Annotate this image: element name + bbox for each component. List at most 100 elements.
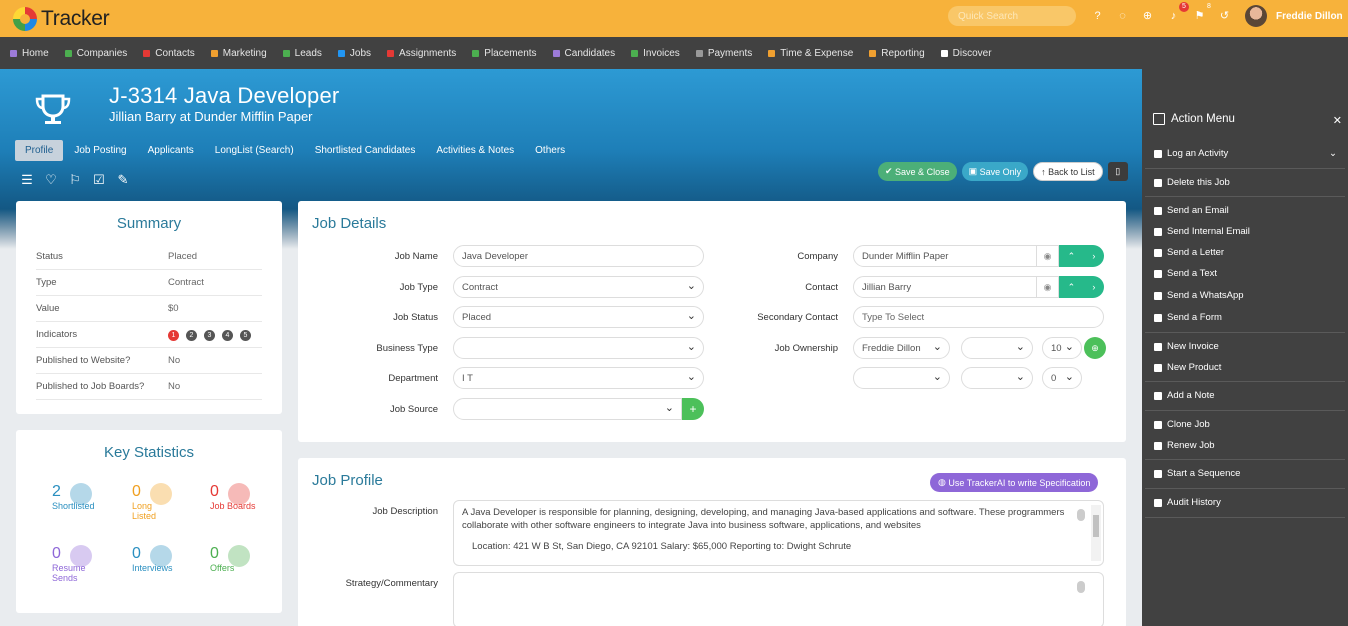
action-send-an-email[interactable]: Send an Email bbox=[1145, 205, 1345, 216]
trackerai-spec-button[interactable]: ◍ Use TrackerAI to write Specification bbox=[930, 473, 1099, 492]
nav-candidates[interactable]: Candidates bbox=[552, 48, 615, 59]
tab-shortlisted[interactable]: Shortlisted Candidates bbox=[305, 140, 426, 161]
job-type-select[interactable]: Contract bbox=[453, 276, 704, 298]
eye-icon[interactable]: ◉ bbox=[1037, 245, 1059, 267]
job-owner-secondary-select[interactable] bbox=[961, 337, 1033, 359]
history-icon[interactable]: ↺ bbox=[1218, 10, 1231, 23]
heart-icon[interactable]: ♡ bbox=[44, 173, 58, 187]
nav-jobs[interactable]: Jobs bbox=[337, 48, 371, 59]
action-audit-history[interactable]: Audit History bbox=[1145, 497, 1345, 508]
tab-profile[interactable]: Profile bbox=[15, 140, 64, 161]
nav-payments[interactable]: Payments bbox=[695, 48, 752, 59]
nav-marketing[interactable]: Marketing bbox=[210, 48, 267, 59]
job-owner-2-secondary-select[interactable] bbox=[961, 367, 1033, 389]
job-source-select[interactable] bbox=[453, 398, 682, 420]
action-send-a-form[interactable]: Send a Form bbox=[1145, 312, 1345, 323]
list-indent-icon[interactable]: ☰ bbox=[20, 173, 34, 187]
description-scrollbar[interactable] bbox=[1091, 505, 1101, 561]
add-job-source-button[interactable]: + bbox=[682, 398, 704, 420]
action-send-a-text[interactable]: Send a Text bbox=[1145, 268, 1345, 279]
indicator-2[interactable]: 2 bbox=[186, 329, 197, 341]
chevron-right-icon[interactable]: › bbox=[1092, 282, 1095, 292]
stat-shortlisted[interactable]: 2 Shortlisted bbox=[52, 483, 122, 511]
tab-applicants[interactable]: Applicants bbox=[138, 140, 204, 161]
action-add-a-note[interactable]: Add a Note bbox=[1145, 390, 1345, 401]
nav-invoices[interactable]: Invoices bbox=[631, 48, 680, 59]
action-send-internal-email[interactable]: Send Internal Email bbox=[1145, 226, 1345, 237]
stat-long-listed[interactable]: 0 Long Listed bbox=[132, 483, 202, 521]
tab-activities[interactable]: Activities & Notes bbox=[426, 140, 524, 161]
contact-nav-buttons[interactable]: ⌃ › bbox=[1059, 276, 1104, 298]
back-to-list-button[interactable]: ↑ Back to List bbox=[1033, 162, 1103, 181]
tab-others[interactable]: Others bbox=[525, 140, 575, 161]
check-icon: ✔ bbox=[885, 166, 896, 176]
department-select[interactable]: I T bbox=[453, 367, 704, 389]
action-new-invoice[interactable]: New Invoice bbox=[1145, 341, 1345, 352]
stat-offers[interactable]: 0 Offers bbox=[210, 545, 280, 573]
flag-icon[interactable]: ⚑ bbox=[1193, 10, 1206, 23]
bell-icon[interactable]: ♪ bbox=[1167, 10, 1180, 23]
microphone-icon[interactable] bbox=[1077, 581, 1085, 593]
job-description-textarea[interactable]: A Java Developer is responsible for plan… bbox=[453, 500, 1104, 566]
app-logo[interactable]: Tracker bbox=[13, 6, 110, 31]
indicator-5[interactable]: 5 bbox=[240, 329, 251, 341]
action-send-a-letter[interactable]: Send a Letter bbox=[1145, 247, 1345, 258]
action-delete-this-job[interactable]: Delete this Job bbox=[1145, 177, 1345, 188]
nav-home[interactable]: Home bbox=[10, 48, 49, 59]
business-type-select[interactable] bbox=[453, 337, 704, 359]
nav-placements[interactable]: Placements bbox=[472, 48, 537, 59]
action-renew-job[interactable]: Renew Job bbox=[1145, 440, 1345, 451]
job-status-select[interactable]: Placed bbox=[453, 306, 704, 328]
action-new-product[interactable]: New Product bbox=[1145, 362, 1345, 373]
indicator-1[interactable]: 1 bbox=[168, 329, 179, 341]
close-icon[interactable]: ✕ bbox=[1333, 114, 1342, 127]
add-icon[interactable]: ⊕ bbox=[1141, 10, 1154, 23]
user-name[interactable]: Freddie Dillon bbox=[1276, 11, 1343, 22]
stat-interviews[interactable]: 0 Interviews bbox=[132, 545, 202, 573]
chevron-down-icon[interactable]: ⌄ bbox=[1329, 148, 1337, 159]
flag-icon[interactable]: ⚐ bbox=[68, 173, 82, 187]
action-log-an-activity[interactable]: Log an Activity ⌄ bbox=[1145, 148, 1345, 159]
contact-input[interactable]: Jillian Barry bbox=[853, 276, 1037, 298]
nav-assignments[interactable]: Assignments bbox=[387, 48, 456, 59]
stat-resume-sends[interactable]: 0 Resume Sends bbox=[52, 545, 122, 583]
add-owner-icon[interactable]: ⊕ bbox=[1084, 337, 1106, 359]
action-clone-job[interactable]: Clone Job bbox=[1145, 419, 1345, 430]
user-avatar[interactable] bbox=[1245, 5, 1267, 27]
eye-icon[interactable]: ◉ bbox=[1037, 276, 1059, 298]
microphone-icon[interactable] bbox=[1077, 509, 1085, 521]
secondary-contact-input[interactable]: Type To Select bbox=[853, 306, 1104, 328]
stat-job-boards[interactable]: 0 Job Boards bbox=[210, 483, 280, 511]
chevron-up-icon[interactable]: ⌃ bbox=[1068, 282, 1076, 293]
action-send-a-whatsapp[interactable]: Send a WhatsApp bbox=[1145, 290, 1345, 301]
help-icon[interactable]: ? bbox=[1091, 10, 1104, 23]
chevron-right-icon[interactable]: › bbox=[1092, 251, 1095, 261]
chevron-up-icon[interactable]: ⌃ bbox=[1068, 251, 1076, 262]
toggle-panel-button[interactable]: ▯ bbox=[1107, 162, 1128, 181]
save-close-button[interactable]: ✔ Save & Close bbox=[878, 162, 957, 181]
pin-icon[interactable]: ✎ bbox=[116, 173, 130, 187]
ownership-2-percent-select[interactable]: 0 bbox=[1042, 367, 1082, 389]
quick-search-input[interactable] bbox=[948, 6, 1076, 26]
indicator-3[interactable]: 3 bbox=[204, 329, 215, 341]
company-nav-buttons[interactable]: ⌃ › bbox=[1059, 245, 1104, 267]
strategy-textarea[interactable] bbox=[453, 572, 1104, 626]
nav-contacts[interactable]: Contacts bbox=[143, 48, 195, 59]
save-only-button[interactable]: ▣ Save Only bbox=[961, 162, 1029, 181]
nav-time-expense[interactable]: Time & Expense bbox=[768, 48, 853, 59]
job-name-input[interactable]: Java Developer bbox=[453, 245, 704, 267]
nav-leads[interactable]: Leads bbox=[282, 48, 322, 59]
nav-reporting[interactable]: Reporting bbox=[869, 48, 925, 59]
checkbox-icon[interactable]: ☑ bbox=[92, 173, 106, 187]
tab-longlist[interactable]: LongList (Search) bbox=[205, 140, 304, 161]
job-owner-select[interactable]: Freddie Dillon bbox=[853, 337, 950, 359]
nav-companies[interactable]: Companies bbox=[64, 48, 127, 59]
nav-discover[interactable]: Discover bbox=[940, 48, 992, 59]
indicator-4[interactable]: 4 bbox=[222, 329, 233, 341]
chat-icon[interactable]: ◌ bbox=[1116, 10, 1129, 23]
company-input[interactable]: Dunder Mifflin Paper bbox=[853, 245, 1037, 267]
job-owner-2-select[interactable] bbox=[853, 367, 950, 389]
ownership-percent-select[interactable]: 10 bbox=[1042, 337, 1082, 359]
action-start-a-sequence[interactable]: Start a Sequence bbox=[1145, 468, 1345, 479]
tab-job-posting[interactable]: Job Posting bbox=[64, 140, 136, 161]
